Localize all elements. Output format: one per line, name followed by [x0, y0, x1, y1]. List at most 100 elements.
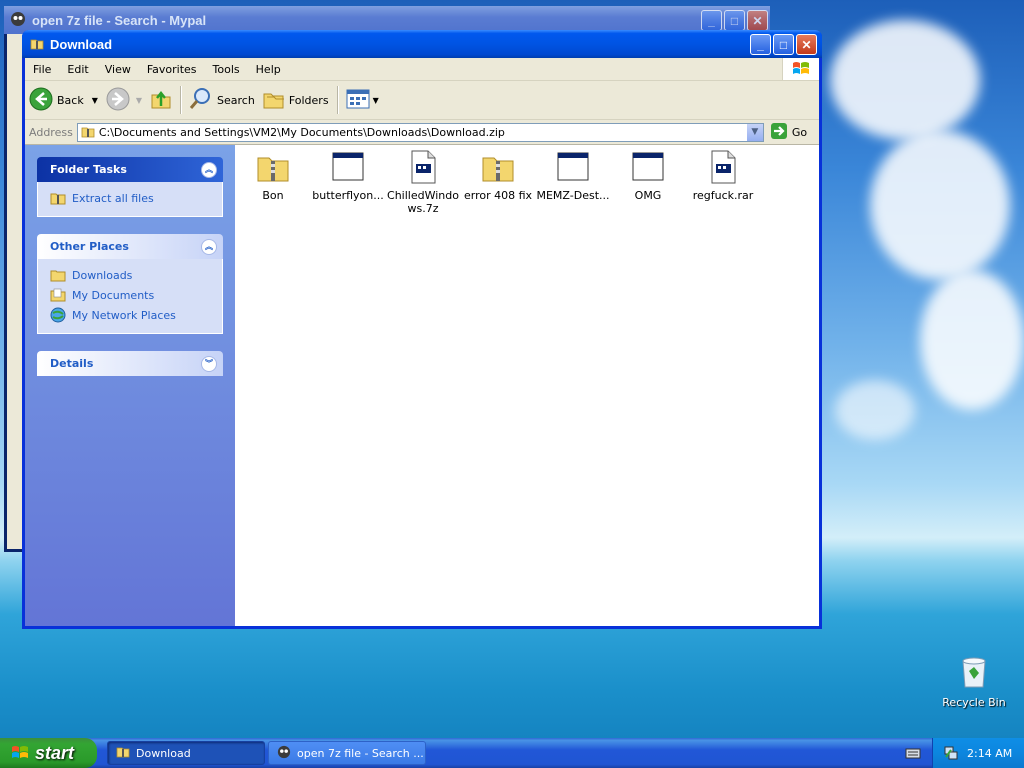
maximize-button[interactable]: □ [773, 34, 794, 55]
collapse-chevron-icon[interactable]: ︽ [201, 238, 217, 255]
forward-arrow-icon [106, 87, 130, 114]
recycle-bin-icon [958, 655, 990, 692]
search-button[interactable]: Search [185, 85, 259, 115]
file-item[interactable]: error 408 fix [460, 150, 536, 202]
background-minimize-button[interactable]: _ [701, 10, 722, 31]
documents-folder-icon [50, 287, 66, 303]
other-places-header[interactable]: Other Places ︽ [37, 234, 223, 259]
views-button[interactable]: ▼ [342, 85, 383, 115]
file-name: butterflyon... [312, 189, 384, 202]
address-value: C:\Documents and Settings\VM2\My Documen… [98, 125, 505, 139]
my-documents-link[interactable]: My Documents [50, 285, 222, 305]
folders-label: Folders [288, 93, 329, 107]
mypal-icon [10, 11, 26, 30]
file-name: ChilledWindows.7z [387, 189, 459, 215]
file-item[interactable]: butterflyon... [310, 150, 386, 202]
windows-logo-icon [10, 744, 30, 762]
back-button[interactable]: Back ▼ [25, 85, 102, 115]
menu-favorites[interactable]: Favorites [139, 63, 205, 76]
windows-logo-icon [782, 58, 819, 80]
application-icon [631, 150, 665, 184]
taskbar-item-label: Download [136, 746, 191, 760]
views-icon [346, 89, 370, 112]
folder-zip-icon [116, 745, 130, 762]
toolbar-separator [180, 86, 182, 114]
clock[interactable]: 2:14 AM [967, 747, 1012, 760]
background-close-button[interactable]: ✕ [747, 10, 768, 31]
back-label: Back [57, 93, 84, 107]
start-label: start [35, 742, 75, 763]
folders-button[interactable]: Folders [259, 85, 333, 115]
zip-folder-icon [481, 150, 515, 184]
search-label: Search [217, 93, 255, 107]
menu-file[interactable]: File [25, 63, 59, 76]
explorer-titlebar[interactable]: Download _ □ ✕ [22, 30, 822, 58]
go-arrow-icon [770, 122, 788, 143]
archive-file-icon [406, 150, 440, 184]
menu-bar: File Edit View Favorites Tools Help [25, 58, 819, 81]
cloud [830, 20, 980, 140]
forward-button[interactable]: ▼ [102, 85, 146, 115]
extract-icon [50, 190, 66, 206]
task-pane: Folder Tasks ︽ Extract all files Other P… [25, 145, 235, 626]
file-item[interactable]: MEMZ-Dest... [535, 150, 611, 202]
expand-chevron-icon[interactable]: ︾ [201, 355, 217, 372]
application-icon [556, 150, 590, 184]
folders-icon [263, 88, 285, 113]
menu-tools[interactable]: Tools [205, 63, 248, 76]
extract-all-files-link[interactable]: Extract all files [50, 188, 222, 208]
my-network-places-link[interactable]: My Network Places [50, 305, 222, 325]
background-maximize-button[interactable]: □ [724, 10, 745, 31]
file-item[interactable]: OMG [610, 150, 686, 202]
back-arrow-icon [29, 87, 53, 114]
details-header[interactable]: Details ︾ [37, 351, 223, 376]
file-item[interactable]: ChilledWindows.7z [385, 150, 461, 215]
file-list-area[interactable]: Bon butterflyon... ChilledWindows.7z err… [235, 145, 819, 626]
go-button[interactable]: Go [770, 122, 807, 143]
cloud [870, 130, 1010, 280]
taskbar-item-mypal[interactable]: open 7z file - Search ... [268, 741, 426, 765]
other-places-panel: Other Places ︽ Downloads My Documents My… [37, 234, 223, 334]
forward-dropdown-icon[interactable]: ▼ [136, 96, 142, 105]
back-dropdown-icon[interactable]: ▼ [92, 96, 98, 105]
recycle-bin-desktop-icon[interactable]: Recycle Bin [940, 655, 1008, 709]
up-folder-icon [150, 88, 172, 113]
details-panel: Details ︾ [37, 351, 223, 376]
explorer-window[interactable]: Download _ □ ✕ File Edit View Favorites … [22, 30, 822, 629]
folder-tasks-title: Folder Tasks [50, 163, 127, 176]
folder-icon [50, 267, 66, 283]
file-name: Bon [262, 189, 284, 202]
address-label: Address [29, 125, 73, 139]
folder-tasks-header[interactable]: Folder Tasks ︽ [37, 157, 223, 182]
minimize-button[interactable]: _ [750, 34, 771, 55]
folder-tasks-panel: Folder Tasks ︽ Extract all files [37, 157, 223, 217]
zip-folder-small-icon [81, 125, 95, 139]
menu-edit[interactable]: Edit [59, 63, 96, 76]
start-button[interactable]: start [0, 738, 97, 768]
downloads-label: Downloads [72, 268, 133, 282]
cloud [920, 270, 1024, 410]
collapse-chevron-icon[interactable]: ︽ [201, 161, 217, 178]
file-item[interactable]: Bon [235, 150, 311, 202]
menu-view[interactable]: View [97, 63, 139, 76]
other-places-body: Downloads My Documents My Network Places [37, 259, 223, 334]
network-places-icon [50, 307, 66, 323]
address-field[interactable]: C:\Documents and Settings\VM2\My Documen… [76, 122, 764, 142]
close-button[interactable]: ✕ [796, 34, 817, 55]
background-window-title: open 7z file - Search - Mypal [32, 12, 207, 28]
taskbar-item-download[interactable]: Download [107, 741, 265, 765]
up-folder-button[interactable] [146, 85, 176, 115]
my-network-places-label: My Network Places [72, 308, 176, 322]
keyboard-icon[interactable] [905, 746, 921, 760]
downloads-link[interactable]: Downloads [50, 265, 222, 285]
address-dropdown-icon[interactable]: ▼ [746, 123, 763, 141]
folder-tasks-body: Extract all files [37, 182, 223, 217]
views-dropdown-icon[interactable]: ▼ [373, 96, 379, 105]
address-bar: Address C:\Documents and Settings\VM2\My… [25, 120, 819, 145]
menu-help[interactable]: Help [248, 63, 289, 76]
file-name: regfuck.rar [692, 189, 754, 202]
network-tray-icon[interactable] [943, 745, 959, 761]
file-item[interactable]: regfuck.rar [685, 150, 761, 202]
zip-folder-icon [256, 150, 290, 184]
my-documents-label: My Documents [72, 288, 155, 302]
